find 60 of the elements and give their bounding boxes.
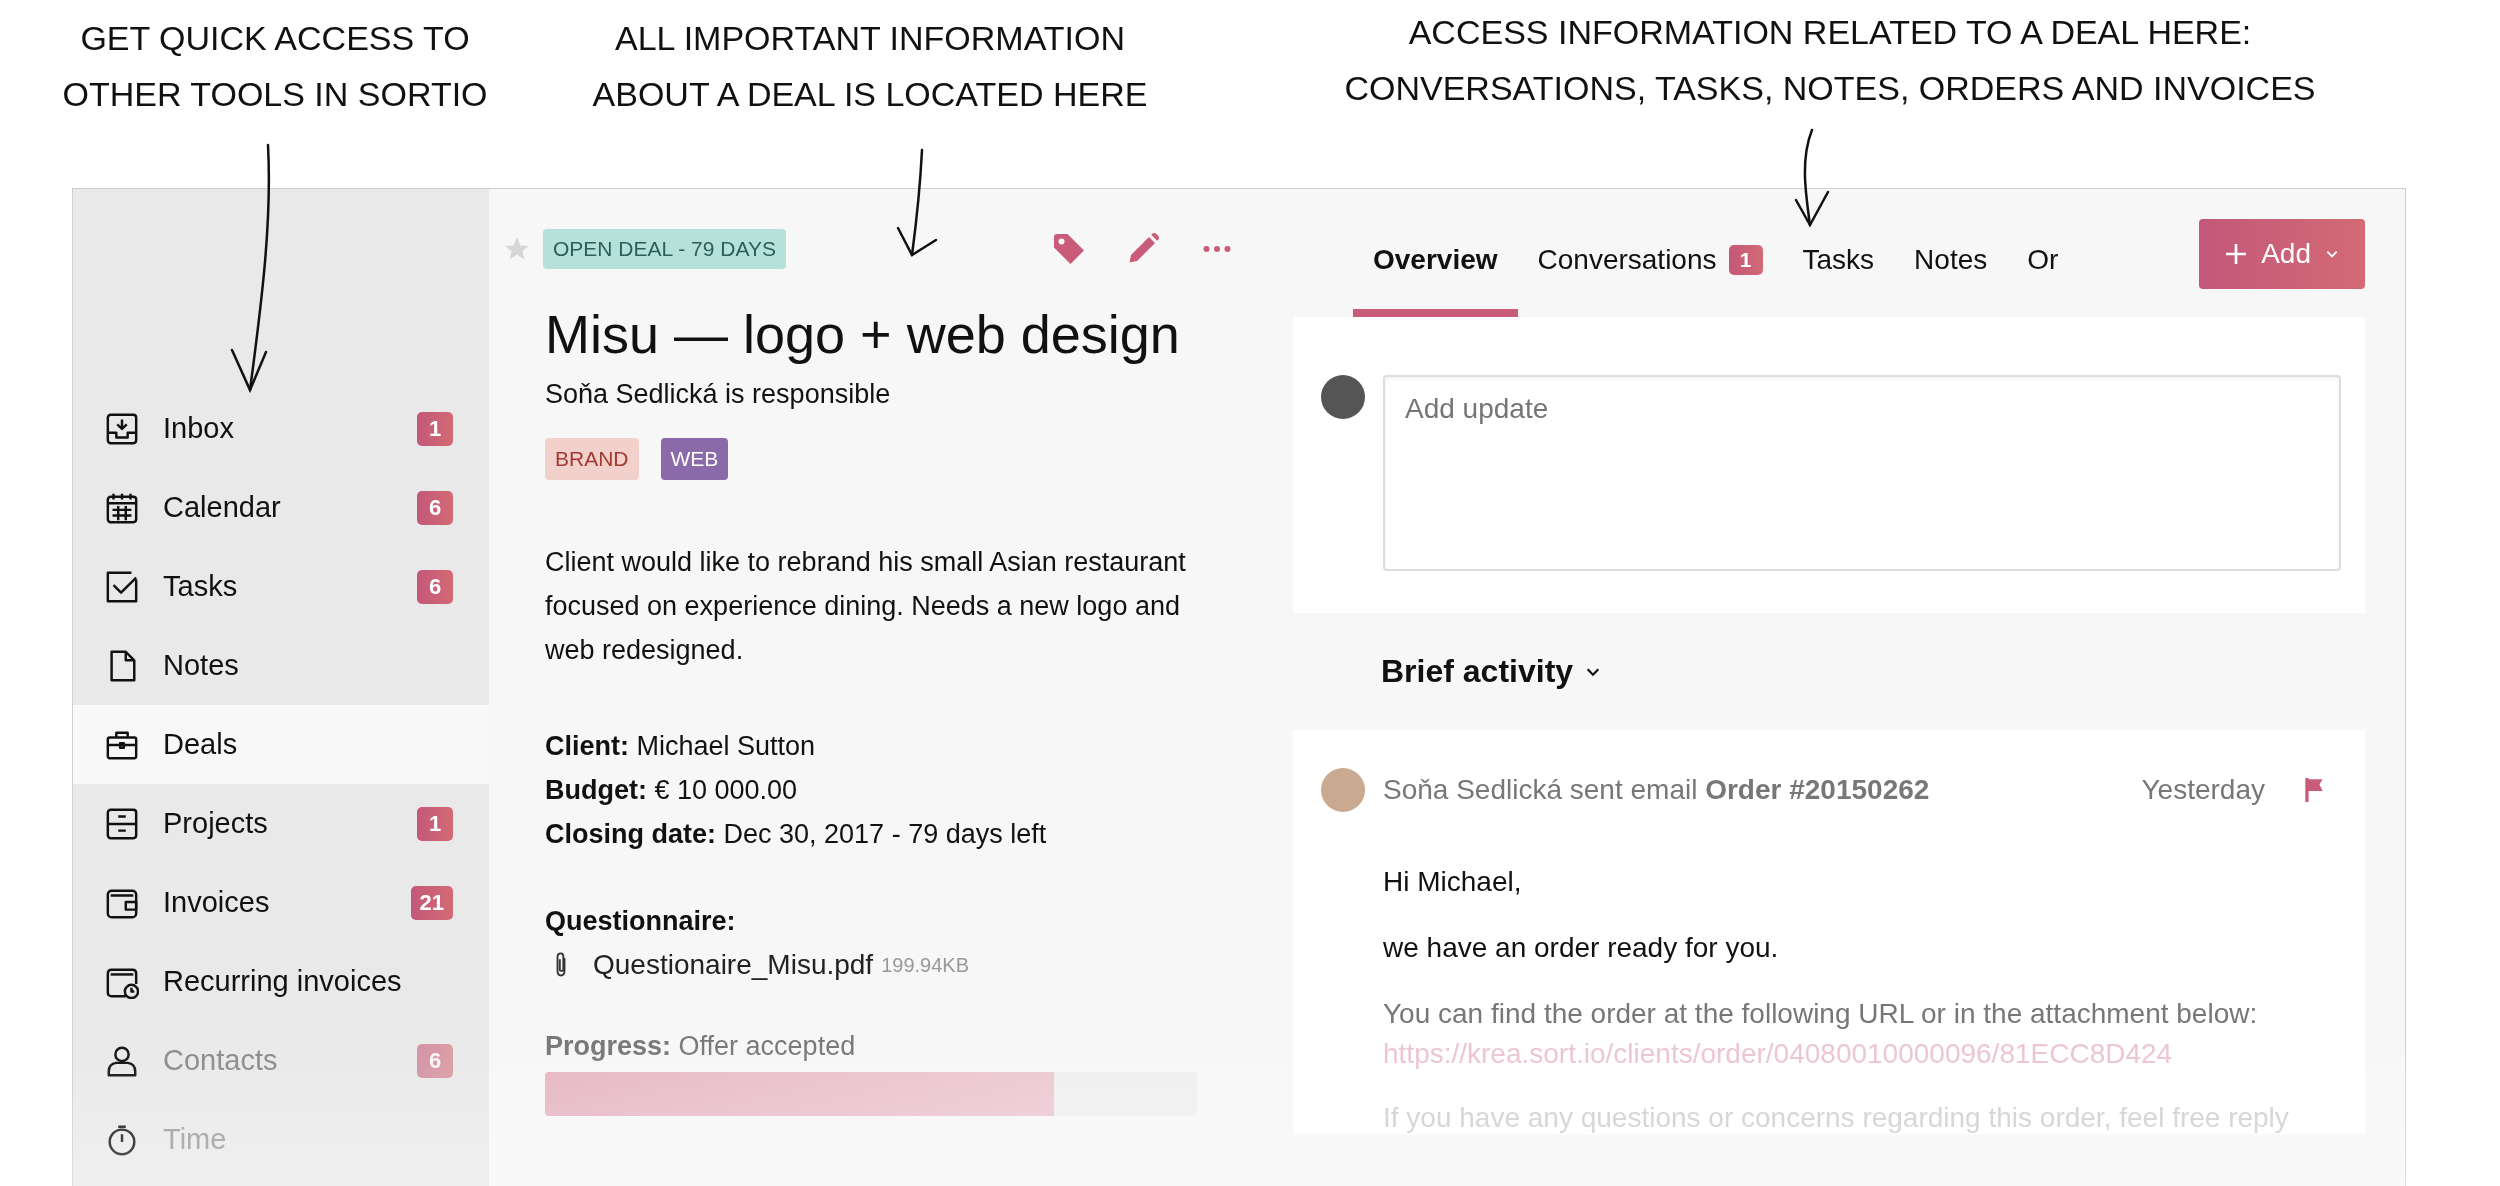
file-link[interactable]: Questionaire_Misu.pdf bbox=[593, 949, 874, 981]
tab[interactable]: Notes bbox=[1894, 225, 2008, 317]
tag: BRAND bbox=[545, 438, 639, 480]
sidebar-item[interactable]: Recurring invoices bbox=[73, 942, 489, 1021]
tab[interactable]: Tasks bbox=[1782, 225, 1895, 317]
sidebar-label: Tasks bbox=[163, 570, 239, 603]
checkbox-icon bbox=[105, 569, 139, 604]
update-field[interactable]: Add update bbox=[1383, 375, 2341, 571]
count-badge: 1 bbox=[417, 411, 453, 446]
status-badge: OPEN DEAL - 79 DAYS bbox=[543, 229, 786, 269]
section-heading[interactable]: Brief activity bbox=[1293, 613, 2365, 730]
file-size: 199.94KB bbox=[881, 953, 969, 977]
sidebar-item[interactable]: Deals bbox=[73, 705, 489, 784]
sidebar-label: Time bbox=[163, 1123, 228, 1156]
plus-icon bbox=[2225, 243, 2248, 265]
annotation-text: GET QUICK ACCESS TO OTHER TOOLS IN SORTIO bbox=[61, 18, 489, 115]
add-button[interactable]: Add bbox=[2199, 219, 2365, 289]
annotation-text: ALL IMPORTANT INFORMATION ABOUT A DEAL IS LOCATED HERE bbox=[591, 18, 1149, 115]
count-badge: 6 bbox=[417, 490, 453, 525]
sidebar-label: Contacts bbox=[163, 1044, 279, 1077]
sidebar-item[interactable]: Notes bbox=[73, 626, 489, 705]
sidebar-item[interactable]: Invoices 21 bbox=[73, 863, 489, 942]
sidebar-label: Invoices bbox=[163, 886, 271, 919]
drawer-icon bbox=[105, 806, 139, 841]
description-text: Client would like to rebrand his small Asian restaurant focused on experience dining. Needs a new logo and web redesigned. bbox=[545, 546, 1187, 667]
responsible-text: Soňa Sedlická is responsible bbox=[545, 379, 892, 410]
sidebar-label: Recurring invoices bbox=[163, 965, 403, 998]
email-text: Hi Michael, bbox=[1383, 866, 1523, 898]
detail-text: Client: Michael Sutton bbox=[545, 730, 817, 763]
inbox-icon bbox=[105, 411, 139, 446]
activity-time: Yesterday bbox=[2141, 774, 2265, 806]
count-badge: 6 bbox=[417, 569, 453, 604]
sidebar-item[interactable]: Projects 1 bbox=[73, 784, 489, 863]
count-badge: 1 bbox=[1728, 245, 1763, 275]
activity-summary: Soňa Sedlická sent email Order #20150262 bbox=[1383, 774, 1931, 806]
detail-text: Closing date: Dec 30, 2017 - 79 days left bbox=[545, 818, 1048, 851]
deal-title: Misu — logo + web design bbox=[545, 303, 1181, 365]
tag: WEB bbox=[660, 438, 729, 480]
sidebar-item[interactable]: Tasks 6 bbox=[73, 547, 489, 626]
tab[interactable]: Conversations 1 bbox=[1517, 225, 1783, 317]
email-text: You can find the order at the following URL or in the attachment below: bbox=[1383, 998, 2259, 1030]
questionnaire-heading: Questionnaire: bbox=[545, 906, 737, 937]
detail-text: Budget: € 10 000.00 bbox=[545, 774, 799, 807]
sidebar-label: Notes bbox=[163, 649, 240, 682]
avatar bbox=[1321, 768, 1365, 812]
sidebar-item[interactable]: Inbox 1 bbox=[73, 389, 489, 468]
sidebar-label: Deals bbox=[163, 728, 239, 761]
count-badge: 6 bbox=[417, 1043, 453, 1078]
tag-icon[interactable] bbox=[1051, 231, 1087, 267]
sidebar-label: Calendar bbox=[163, 491, 282, 524]
avatar bbox=[1321, 375, 1365, 419]
sidebar-label: Inbox bbox=[163, 412, 235, 445]
tab[interactable]: Or bbox=[2007, 225, 2079, 317]
email-text: we have an order ready for you. bbox=[1383, 932, 1780, 964]
sidebar-item[interactable]: Calendar 6 bbox=[73, 468, 489, 547]
annotation-text: ACCESS INFORMATION RELATED TO A DEAL HERE: CONVERSATIONS, TASKS, NOTES, ORDERS AND INVOICES bbox=[1343, 12, 2317, 109]
count-badge: 1 bbox=[417, 806, 453, 841]
progress-label: Progress: Offer accepted bbox=[545, 1031, 857, 1062]
count-badge: 21 bbox=[410, 885, 453, 920]
sidebar-label: Projects bbox=[163, 807, 269, 840]
